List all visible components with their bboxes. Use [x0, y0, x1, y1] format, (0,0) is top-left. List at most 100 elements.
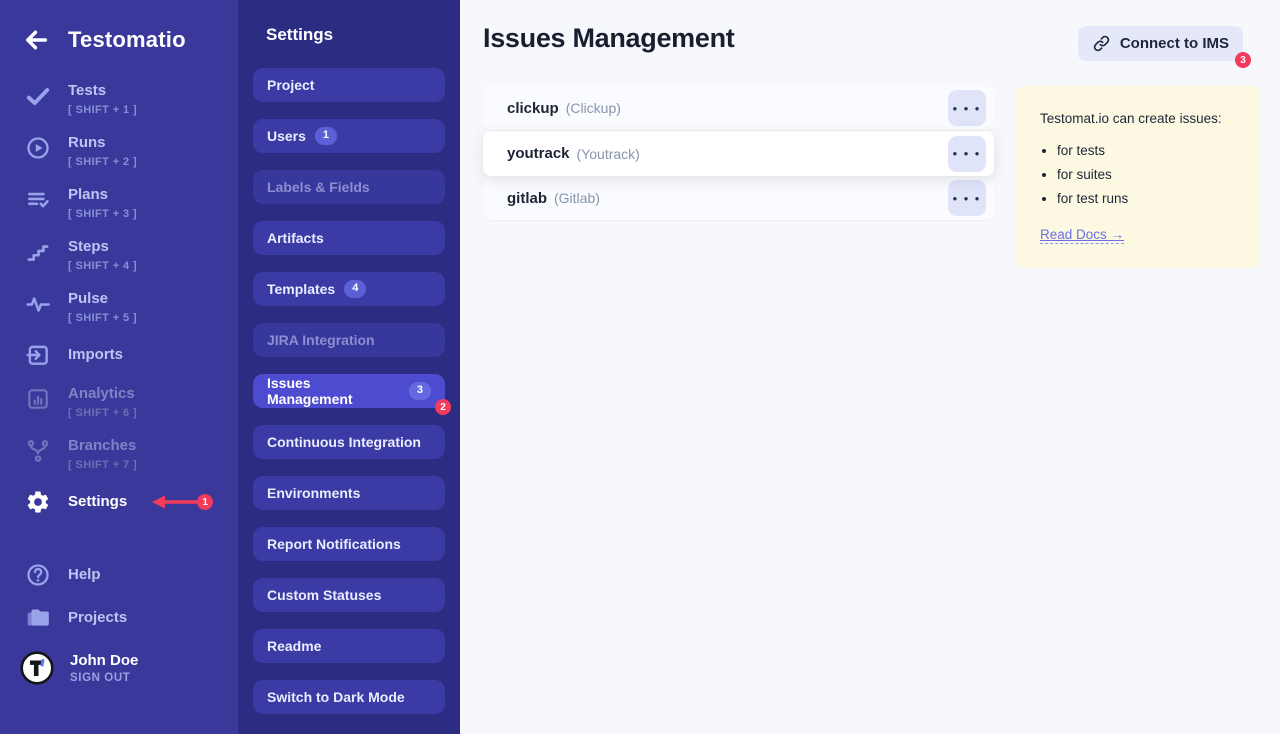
settings-nav-panel: Settings Project Users1 Labels & Fields …	[238, 0, 460, 734]
sidebar-item-help[interactable]: Help	[0, 562, 238, 588]
sidebar-item-label: Imports	[68, 346, 123, 365]
connect-to-ims-button[interactable]: Connect to IMS 3	[1078, 26, 1243, 61]
settings-nav-item-templates[interactable]: Templates4	[253, 272, 445, 306]
count-badge: 3	[409, 382, 431, 399]
sidebar-item-steps[interactable]: Steps [ SHIFT + 4 ]	[0, 238, 238, 273]
sidebar-item-label: Projects	[68, 609, 127, 628]
sidebar-item-label: Plans	[68, 186, 137, 205]
brand-header: Testomatio	[0, 0, 238, 54]
sidebar-item-label: Tests	[68, 82, 137, 101]
info-bullet-list: for tests for suites for test runs	[1057, 143, 1236, 206]
sidebar-item-label: Settings	[68, 493, 127, 512]
link-icon	[1092, 34, 1111, 53]
folder-icon	[25, 605, 51, 631]
settings-nav-label: Custom Statuses	[267, 587, 381, 603]
shortcut-hint: [ SHIFT + 3 ]	[68, 208, 137, 220]
info-bullet: for tests	[1057, 143, 1236, 158]
info-bullet: for test runs	[1057, 191, 1236, 206]
settings-nav-label: JIRA Integration	[267, 332, 375, 348]
sidebar-item-pulse[interactable]: Pulse [ SHIFT + 5 ]	[0, 290, 238, 325]
settings-nav-item-issues-management[interactable]: Issues Management 3 2	[253, 374, 445, 408]
step-badge: 2	[435, 399, 451, 415]
page-title: Issues Management	[483, 23, 735, 54]
read-docs-link[interactable]: Read Docs →	[1040, 227, 1124, 244]
sidebar-item-label: Pulse	[68, 290, 137, 309]
integration-type: (Youtrack)	[577, 146, 640, 162]
settings-nav-label: Environments	[267, 485, 360, 501]
settings-nav-label: Artifacts	[267, 230, 324, 246]
sidebar-item-label: Branches	[68, 437, 137, 456]
integration-name: clickup	[507, 100, 559, 117]
bar-chart-icon	[25, 386, 51, 412]
sidebar-item-projects[interactable]: Projects	[0, 605, 238, 631]
settings-nav-item-artifacts[interactable]: Artifacts	[253, 221, 445, 255]
main-content: Issues Management Connect to IMS 3 click…	[460, 0, 1280, 734]
sign-out-link[interactable]: SIGN OUT	[70, 672, 138, 684]
user-profile: John Doe SIGN OUT	[0, 651, 238, 685]
app-title: Testomatio	[68, 27, 186, 53]
info-bullet: for suites	[1057, 167, 1236, 182]
sidebar-item-label: Help	[68, 566, 101, 585]
gear-icon	[25, 489, 51, 515]
row-actions-button[interactable]: ● ● ●	[948, 136, 986, 172]
step-badge: 1	[197, 494, 213, 510]
settings-nav-item-continuous-integration[interactable]: Continuous Integration	[253, 425, 445, 459]
settings-nav-label: Project	[267, 77, 314, 93]
shortcut-hint: [ SHIFT + 2 ]	[68, 156, 137, 168]
check-icon	[25, 83, 51, 109]
integrations-list: clickup (Clickup) ● ● ● youtrack (Youtra…	[483, 86, 994, 268]
back-arrow-icon[interactable]	[22, 26, 50, 54]
settings-nav-item-dark-mode-toggle[interactable]: Switch to Dark Mode	[253, 680, 445, 714]
settings-nav-label: Readme	[267, 638, 321, 654]
row-actions-button[interactable]: ● ● ●	[948, 180, 986, 216]
settings-nav-title: Settings	[238, 0, 460, 45]
settings-nav-item-labels-fields[interactable]: Labels & Fields	[253, 170, 445, 204]
sidebar-item-label: Analytics	[68, 385, 137, 404]
integration-type: (Gitlab)	[554, 190, 600, 206]
sidebar-item-analytics[interactable]: Analytics[ SHIFT + 6 ]	[0, 385, 238, 420]
red-arrow-icon	[152, 494, 202, 510]
integration-name: youtrack	[507, 145, 570, 162]
sidebar-item-plans[interactable]: Plans [ SHIFT + 3 ]	[0, 186, 238, 221]
integration-row-gitlab[interactable]: gitlab (Gitlab) ● ● ●	[483, 176, 994, 221]
tour-annotation-settings: 1	[152, 494, 213, 510]
integration-type: (Clickup)	[566, 100, 621, 116]
integration-row-youtrack[interactable]: youtrack (Youtrack) ● ● ●	[483, 131, 994, 176]
settings-nav-item-report-notifications[interactable]: Report Notifications	[253, 527, 445, 561]
help-circle-icon	[25, 562, 51, 588]
settings-nav-item-readme[interactable]: Readme	[253, 629, 445, 663]
settings-nav-label: Templates	[267, 281, 335, 297]
info-panel: Testomat.io can create issues: for tests…	[1016, 86, 1260, 268]
info-panel-title: Testomat.io can create issues:	[1040, 111, 1236, 126]
shortcut-hint: [ SHIFT + 5 ]	[68, 312, 137, 324]
primary-sidebar: Testomatio Tests[ SHIFT + 1 ] Runs [ SHIF…	[0, 0, 238, 734]
shortcut-hint: [ SHIFT + 7 ]	[68, 459, 137, 471]
sidebar-item-imports[interactable]: Imports	[0, 342, 238, 368]
settings-nav-item-environments[interactable]: Environments	[253, 476, 445, 510]
sidebar-item-tests[interactable]: Tests[ SHIFT + 1 ]	[0, 82, 238, 117]
sidebar-item-settings[interactable]: Settings 1	[0, 489, 238, 515]
sidebar-item-runs[interactable]: Runs [ SHIFT + 2 ]	[0, 134, 238, 169]
list-check-icon	[25, 187, 51, 213]
settings-nav-item-jira-integration[interactable]: JIRA Integration	[253, 323, 445, 357]
shortcut-hint: [ SHIFT + 4 ]	[68, 260, 137, 272]
user-name: John Doe	[70, 652, 138, 669]
app-window: Testomatio Tests[ SHIFT + 1 ] Runs [ SHIF…	[0, 0, 1280, 734]
settings-nav-label: Continuous Integration	[267, 434, 421, 450]
settings-nav-label: Issues Management	[267, 375, 400, 407]
stairs-icon	[25, 239, 51, 265]
settings-nav-item-project[interactable]: Project	[253, 68, 445, 102]
import-icon	[25, 342, 51, 368]
settings-nav-item-users[interactable]: Users 1	[253, 119, 445, 153]
sidebar-item-label: Steps	[68, 238, 137, 257]
play-circle-icon	[25, 135, 51, 161]
sidebar-item-label: Runs	[68, 134, 137, 153]
sidebar-item-branches[interactable]: Branches [ SHIFT + 7 ]	[0, 437, 238, 472]
settings-nav-label: Users	[267, 128, 306, 144]
row-actions-button[interactable]: ● ● ●	[948, 90, 986, 126]
settings-nav-item-custom-statuses[interactable]: Custom Statuses	[253, 578, 445, 612]
integration-row-clickup[interactable]: clickup (Clickup) ● ● ●	[483, 86, 994, 131]
count-badge: 1	[315, 127, 337, 144]
settings-nav-label: Report Notifications	[267, 536, 401, 552]
step-badge: 3	[1235, 52, 1251, 68]
